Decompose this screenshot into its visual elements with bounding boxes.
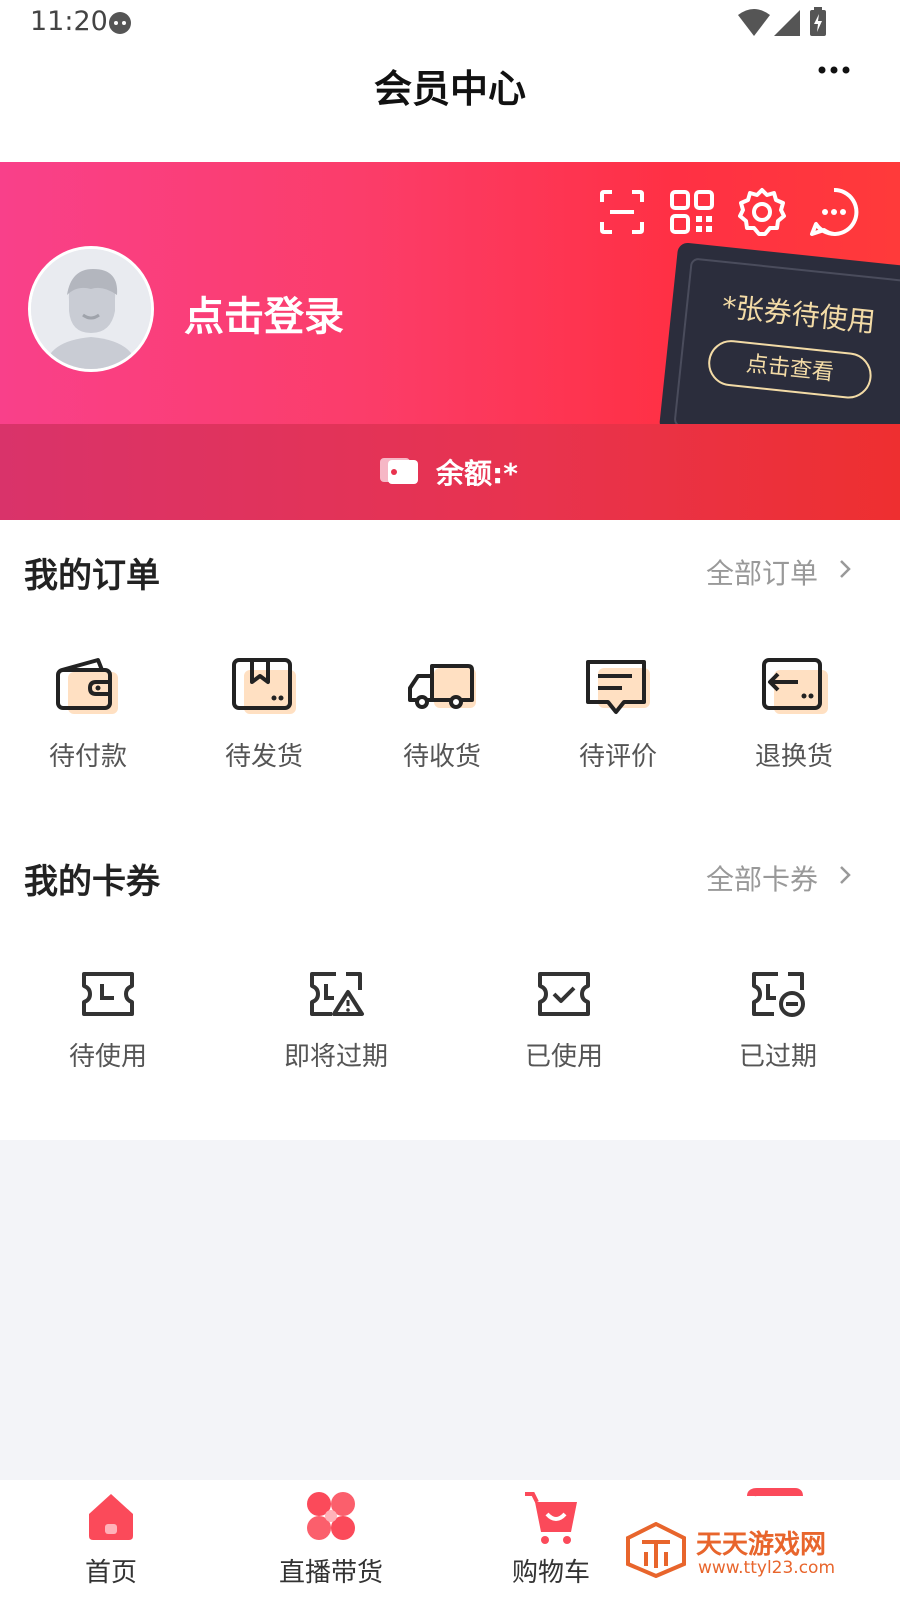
qrcode-icon[interactable] — [666, 186, 718, 238]
order-pending-shipment[interactable]: 待发货 — [184, 656, 344, 773]
page-title: 会员中心 — [373, 67, 526, 111]
watermark-title: 天天游戏网 — [696, 1530, 827, 1560]
wallet-icon — [56, 658, 118, 714]
all-orders-link[interactable]: 全部订单 — [706, 552, 818, 592]
scan-icon[interactable] — [596, 186, 648, 238]
all-coupons-link[interactable]: 全部卡券 — [706, 858, 818, 898]
balance-text: 余额:* — [436, 457, 518, 490]
status-bar: 11:20 — [0, 0, 900, 48]
tab-cart[interactable]: 购物车 — [476, 1488, 626, 1589]
tab-label: 直播带货 — [278, 1558, 383, 1588]
order-pending-review[interactable]: 待评价 — [538, 656, 698, 773]
coupon-expiring[interactable]: 即将过期 — [256, 970, 416, 1073]
avatar[interactable] — [28, 246, 154, 372]
coupon-expired-icon — [752, 972, 805, 1017]
watermark-logo-icon — [626, 1522, 686, 1578]
coupon-expired[interactable]: 已过期 — [698, 970, 858, 1073]
status-time: 11:20 — [30, 6, 108, 37]
notification-icon — [109, 12, 131, 34]
order-label: 待评价 — [578, 742, 657, 772]
empty-content-area — [0, 1140, 900, 1480]
order-label: 退换货 — [754, 742, 833, 772]
truck-icon — [408, 664, 476, 709]
more-icon[interactable] — [814, 58, 854, 82]
package-icon — [232, 658, 296, 714]
coupon-label: 待使用 — [68, 1042, 147, 1072]
chevron-right-icon[interactable] — [838, 558, 852, 580]
coupon-check-icon — [538, 972, 590, 1016]
wallet-card-icon — [380, 458, 418, 484]
watermark: 天天游戏网 www.ttyl23.com — [626, 1522, 866, 1586]
coupon-clock-icon — [82, 972, 134, 1016]
tab-live[interactable]: 直播带货 — [256, 1488, 406, 1589]
coupon-label: 已使用 — [524, 1042, 603, 1072]
coupon-label: 已过期 — [738, 1042, 817, 1072]
home-icon — [89, 1494, 133, 1540]
battery-icon — [810, 7, 826, 36]
order-label: 待发货 — [224, 742, 303, 772]
return-icon — [762, 658, 828, 714]
signal-icon — [774, 10, 800, 36]
chevron-right-icon[interactable] — [838, 864, 852, 886]
coupons-title: 我的卡券 — [24, 862, 160, 902]
ticket-border — [673, 257, 900, 424]
watermark-url: www.ttyl23.com — [698, 1558, 836, 1578]
balance-bar[interactable]: 余额:* — [0, 424, 900, 520]
coupon-label: 即将过期 — [283, 1042, 388, 1072]
coupon-used[interactable]: 已使用 — [484, 970, 644, 1073]
order-label: 待收货 — [402, 742, 481, 772]
settings-icon[interactable] — [736, 186, 788, 238]
member-header: 点击登录 *张券待使用 点击查看 — [0, 162, 900, 424]
coupon-warning-icon — [310, 972, 364, 1016]
tab-label: 首页 — [84, 1558, 137, 1588]
tab-label: 购物车 — [511, 1558, 590, 1588]
login-link[interactable]: 点击登录 — [184, 284, 344, 342]
tab-home[interactable]: 首页 — [36, 1488, 186, 1589]
order-pending-receipt[interactable]: 待收货 — [362, 656, 522, 773]
user-avatar-icon — [31, 249, 151, 369]
order-pending-payment[interactable]: 待付款 — [8, 656, 168, 773]
live-icon — [307, 1492, 355, 1540]
coupon-ticket[interactable]: *张券待使用 点击查看 — [658, 241, 900, 424]
coupon-unused[interactable]: 待使用 — [28, 970, 188, 1073]
message-icon[interactable] — [808, 186, 860, 238]
order-returns[interactable]: 退换货 — [714, 656, 874, 773]
order-label: 待付款 — [48, 742, 127, 772]
wifi-icon — [738, 9, 770, 36]
cart-icon — [525, 1492, 577, 1544]
comment-icon — [586, 660, 650, 714]
orders-title: 我的订单 — [24, 556, 160, 596]
